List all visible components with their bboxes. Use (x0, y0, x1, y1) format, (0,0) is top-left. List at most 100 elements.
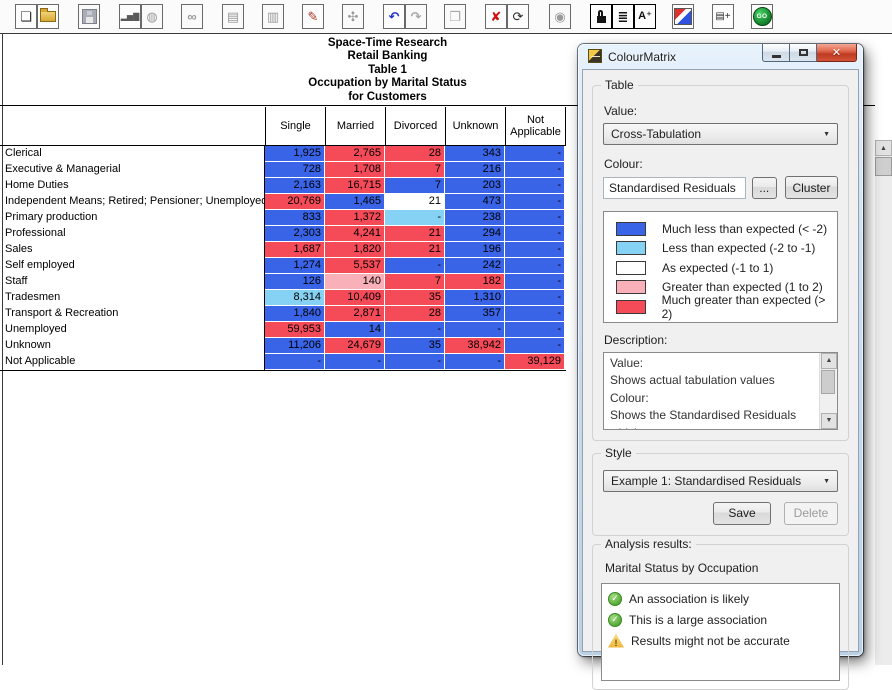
toolbar-button-fontsize[interactable]: A⁺ (634, 4, 656, 29)
table-cell[interactable]: 28 (385, 146, 444, 161)
toolbar-button-target[interactable]: ◉ (549, 4, 571, 29)
scroll-up-button[interactable]: ▲ (875, 140, 892, 156)
close-button[interactable]: ✕ (817, 44, 857, 62)
toolbar-button-delete[interactable]: ✘ (485, 4, 507, 29)
table-cell[interactable]: 1,372 (325, 210, 384, 225)
table-cell[interactable]: 126 (265, 274, 324, 289)
toolbar-button-colourmatrix[interactable] (672, 4, 694, 29)
table-cell[interactable]: 140 (325, 274, 384, 289)
table-cell[interactable]: 343 (445, 146, 504, 161)
table-cell[interactable]: 1,274 (265, 258, 324, 273)
table-cell[interactable]: 4,241 (325, 226, 384, 241)
table-cell[interactable]: 39,129 (505, 354, 564, 369)
table-cell[interactable]: 833 (265, 210, 324, 225)
table-cell[interactable]: 242 (445, 258, 504, 273)
table-cell[interactable]: 2,871 (325, 306, 384, 321)
table-cell[interactable]: 21 (385, 194, 444, 209)
toolbar-button-format[interactable]: ≣ (612, 4, 634, 29)
toolbar-button-chart[interactable]: ▂▅▇ (119, 4, 141, 29)
table-cell[interactable]: 357 (445, 306, 504, 321)
table-cell[interactable]: 35 (385, 338, 444, 353)
toolbar-button-map[interactable]: ◍ (141, 4, 163, 29)
table-cell[interactable]: 2,765 (325, 146, 384, 161)
table-cell[interactable]: - (505, 226, 564, 241)
table-cell[interactable]: 216 (445, 162, 504, 177)
table-cell[interactable]: 238 (445, 210, 504, 225)
scroll-thumb[interactable] (875, 157, 892, 176)
toolbar-button-open[interactable] (37, 4, 59, 29)
toolbar-button-copy[interactable]: ❐ (444, 4, 466, 29)
table-cell[interactable]: - (505, 178, 564, 193)
cluster-button[interactable]: Cluster (785, 176, 838, 199)
table-cell[interactable]: 473 (445, 194, 504, 209)
table-cell[interactable]: 294 (445, 226, 504, 241)
table-cell[interactable]: 24,679 (325, 338, 384, 353)
table-cell[interactable]: 1,310 (445, 290, 504, 305)
description-scroll-up[interactable]: ▲ (821, 353, 837, 369)
toolbar-button-undo[interactable]: ↶ (383, 4, 405, 29)
table-cell[interactable]: 203 (445, 178, 504, 193)
table-cell[interactable]: - (505, 290, 564, 305)
table-cell[interactable]: - (385, 210, 444, 225)
toolbar-button-addreport[interactable]: ▤+ (712, 4, 734, 29)
toolbar-button-transpose[interactable]: ⟳ (507, 4, 529, 29)
table-cell[interactable]: - (265, 354, 324, 369)
description-scroll-thumb[interactable] (821, 370, 835, 394)
table-cell[interactable]: 196 (445, 242, 504, 257)
table-cell[interactable]: 20,769 (265, 194, 324, 209)
table-cell[interactable]: - (385, 322, 444, 337)
table-cell[interactable]: 2,163 (265, 178, 324, 193)
table-cell[interactable]: 1,840 (265, 306, 324, 321)
table-cell[interactable]: 7 (385, 274, 444, 289)
table-cell[interactable]: - (385, 258, 444, 273)
toolbar-button-edit[interactable]: ✎ (302, 4, 324, 29)
description-scroll-down[interactable]: ▼ (821, 413, 837, 429)
table-cell[interactable]: 21 (385, 242, 444, 257)
table-cell[interactable]: - (325, 354, 384, 369)
table-cell[interactable]: 182 (445, 274, 504, 289)
table-cell[interactable]: 1,820 (325, 242, 384, 257)
table-cell[interactable]: - (505, 306, 564, 321)
toolbar-button-new[interactable]: ❏ (15, 4, 37, 29)
toolbar-button-preview[interactable]: ▥ (262, 4, 284, 29)
toolbar-button-go[interactable]: GO (751, 4, 773, 29)
ellipsis-button[interactable]: ... (752, 177, 777, 199)
table-cell[interactable]: 2,303 (265, 226, 324, 241)
table-cell[interactable]: - (505, 242, 564, 257)
toolbar-button-redo[interactable]: ↷ (405, 4, 427, 29)
table-cell[interactable]: - (385, 354, 444, 369)
table-cell[interactable]: 1,925 (265, 146, 324, 161)
table-cell[interactable]: 728 (265, 162, 324, 177)
table-cell[interactable]: - (445, 354, 504, 369)
table-cell[interactable]: 59,953 (265, 322, 324, 337)
table-cell[interactable]: 1,708 (325, 162, 384, 177)
save-button[interactable]: Save (713, 502, 771, 525)
table-cell[interactable]: 35 (385, 290, 444, 305)
toolbar-button-save[interactable] (78, 4, 100, 29)
table-cell[interactable]: - (505, 274, 564, 289)
description-scrollbar[interactable]: ▲ ▼ (819, 353, 837, 429)
table-cell[interactable]: 38,942 (445, 338, 504, 353)
table-cell[interactable]: 1,687 (265, 242, 324, 257)
table-cell[interactable]: - (445, 322, 504, 337)
toolbar-button-print[interactable]: ▤ (222, 4, 244, 29)
colour-input[interactable]: Standardised Residuals (603, 177, 746, 199)
delete-button[interactable]: Delete (784, 502, 838, 525)
table-cell[interactable]: 14 (325, 322, 384, 337)
maximize-button[interactable] (790, 44, 817, 62)
table-cell[interactable]: - (505, 322, 564, 337)
value-dropdown[interactable]: Cross-Tabulation ▼ (603, 123, 838, 145)
main-vertical-scrollbar[interactable]: ▲ (875, 140, 892, 665)
style-dropdown[interactable]: Example 1: Standardised Residuals ▼ (603, 470, 838, 492)
dialog-titlebar[interactable]: ColourMatrix ✕ (578, 44, 863, 69)
table-cell[interactable]: 8,314 (265, 290, 324, 305)
table-cell[interactable]: 7 (385, 178, 444, 193)
table-cell[interactable]: - (505, 338, 564, 353)
toolbar-button-find[interactable]: ∞ (181, 4, 203, 29)
table-cell[interactable]: 7 (385, 162, 444, 177)
toolbar-button-options[interactable]: ✣ (342, 4, 364, 29)
table-cell[interactable]: 28 (385, 306, 444, 321)
table-cell[interactable]: 11,206 (265, 338, 324, 353)
table-cell[interactable]: - (505, 194, 564, 209)
table-cell[interactable]: 1,465 (325, 194, 384, 209)
